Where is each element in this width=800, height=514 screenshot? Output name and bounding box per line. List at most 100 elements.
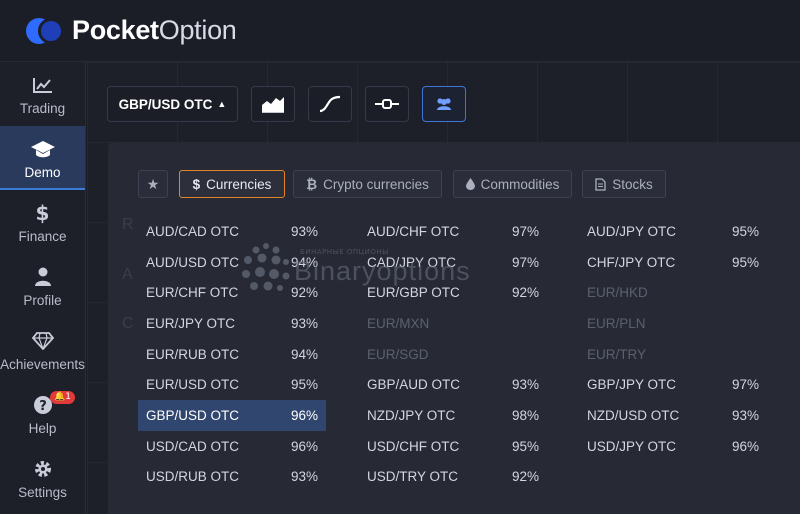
asset-payout: 92% (290, 285, 318, 301)
asset-column-2: AUD/CHF OTC 97% CAD/JPY OTC 97% EUR/GBP OTC 9… (359, 216, 547, 492)
asset-name: EUR/TRY (587, 346, 647, 362)
selected-pair-label: GBP/USD OTC (118, 96, 213, 112)
sidebar-item-settings[interactable]: Settings (0, 446, 85, 510)
dollar-icon: $ (35, 200, 50, 225)
asset-payout: 96% (731, 438, 759, 454)
asset-row[interactable]: GBP/AUD OTC 93% (359, 369, 547, 400)
asset-name: EUR/PLN (587, 315, 646, 331)
asset-row[interactable]: CHF/JPY OTC 95% (579, 247, 767, 278)
traders-button[interactable] (422, 86, 466, 122)
diamond-icon (31, 329, 54, 353)
asset-payout: 93% (511, 377, 539, 393)
asset-selector-button[interactable]: GBP/USD OTC ▲ (107, 86, 238, 122)
asset-payout: 97% (511, 223, 539, 239)
asset-payout: 93% (290, 315, 318, 331)
sidebar-item-profile[interactable]: Profile (0, 254, 85, 318)
asset-row[interactable]: EUR/PLN (579, 308, 767, 339)
tab-label: Currencies (206, 176, 272, 192)
sidebar-item-label: Help (28, 420, 57, 436)
asset-payout: 98% (511, 407, 539, 423)
asset-payout: 93% (731, 407, 759, 423)
asset-row[interactable]: EUR/CHF OTC 92% (138, 277, 326, 308)
asset-row[interactable]: USD/TRY OTC 92% (359, 462, 547, 493)
asset-row[interactable]: AUD/USD OTC 94% (138, 247, 326, 278)
asset-row[interactable]: NZD/USD OTC 93% (579, 400, 767, 431)
area-chart-icon (262, 97, 284, 113)
brand-name[interactable]: PocketOption (72, 15, 237, 46)
tab-currencies[interactable]: $ Currencies (179, 170, 285, 198)
tab-crypto-currencies[interactable]: ₿ Crypto currencies (293, 170, 442, 198)
asset-name: CAD/JPY OTC (367, 254, 457, 270)
asset-payout: 95% (290, 377, 318, 393)
traders-icon (437, 98, 451, 110)
asset-row[interactable]: AUD/CHF OTC 97% (359, 216, 547, 247)
svg-text:?: ? (39, 399, 47, 414)
asset-row[interactable]: USD/JPY OTC 96% (579, 431, 767, 462)
chart-up-icon (32, 73, 54, 97)
dollar-icon: $ (192, 176, 201, 192)
asset-payout: 96% (290, 438, 318, 454)
brand-bold: Pocket (72, 15, 159, 45)
asset-name: EUR/HKD (587, 285, 648, 301)
sidebar-item-label: Achievements (0, 356, 85, 372)
badge-count: 1 (65, 392, 71, 402)
top-header: PocketOption (0, 0, 800, 62)
asset-row[interactable]: EUR/SGD (359, 339, 547, 370)
asset-row[interactable]: EUR/USD OTC 95% (138, 369, 326, 400)
tab-label: Commodities (480, 176, 560, 192)
caret-up-icon: ▲ (217, 99, 227, 109)
tab-commodities[interactable]: Commodities (453, 170, 572, 198)
asset-payout: 92% (511, 285, 539, 301)
asset-payout: 96% (290, 407, 318, 423)
asset-row[interactable]: EUR/RUB OTC 94% (138, 339, 326, 370)
asset-row[interactable]: EUR/TRY (579, 339, 767, 370)
asset-row[interactable]: USD/RUB OTC 93% (138, 462, 326, 493)
drop-icon (465, 178, 475, 190)
asset-row[interactable]: CAD/JPY OTC 97% (359, 247, 547, 278)
area-chart-button[interactable] (251, 86, 295, 122)
asset-column-1: AUD/CAD OTC 93% AUD/USD OTC 94% EUR/CHF OTC 9… (138, 216, 326, 492)
tab-stocks[interactable]: Stocks (582, 170, 666, 198)
sidebar-item-achievements[interactable]: Achievements (0, 318, 85, 382)
asset-column-3: AUD/JPY OTC 95% CHF/JPY OTC 95% EUR/HKD EUR/P… (579, 216, 767, 462)
asset-name: CHF/JPY OTC (587, 254, 676, 270)
asset-row[interactable]: EUR/JPY OTC 93% (138, 308, 326, 339)
pocket-option-logo-icon[interactable] (26, 16, 64, 46)
indicators-button[interactable] (365, 86, 409, 122)
asset-row[interactable]: GBP/USD OTC 96% (138, 400, 326, 431)
asset-row[interactable]: USD/CAD OTC 96% (138, 431, 326, 462)
bitcoin-icon: ₿ (306, 176, 318, 192)
asset-name: EUR/RUB OTC (146, 346, 240, 362)
asset-name: GBP/AUD OTC (367, 377, 461, 393)
tab-favorites[interactable]: ★ (138, 170, 168, 198)
sidebar-item-finance[interactable]: $ Finance (0, 190, 85, 254)
user-icon (34, 265, 52, 289)
sidebar-item-trading[interactable]: Trading (0, 62, 85, 126)
tab-label: Stocks (612, 176, 653, 192)
sidebar: Trading Demo $ Finance Profile Achieveme… (0, 62, 86, 514)
asset-name: EUR/MXN (367, 315, 430, 331)
sidebar-item-demo[interactable]: Demo (0, 126, 85, 190)
sidebar-item-label: Settings (18, 484, 67, 500)
line-chart-button[interactable] (308, 86, 352, 122)
gear-icon (33, 457, 53, 481)
asset-name: EUR/CHF OTC (146, 285, 239, 301)
asset-row[interactable]: NZD/JPY OTC 98% (359, 400, 547, 431)
asset-payout: 95% (731, 254, 759, 270)
asset-row[interactable]: EUR/GBP OTC 92% (359, 277, 547, 308)
asset-payout: 93% (290, 223, 318, 239)
asset-row[interactable]: USD/CHF OTC 95% (359, 431, 547, 462)
asset-row[interactable]: EUR/MXN (359, 308, 547, 339)
sidebar-item-label: Profile (23, 292, 62, 308)
asset-row[interactable]: AUD/JPY OTC 95% (579, 216, 767, 247)
background-letter: R (122, 216, 134, 233)
asset-payout: 97% (731, 377, 759, 393)
asset-row[interactable]: EUR/HKD (579, 277, 767, 308)
asset-name: USD/CAD OTC (146, 438, 240, 454)
document-icon (595, 177, 606, 191)
asset-row[interactable]: GBP/JPY OTC 97% (579, 369, 767, 400)
asset-payout: 95% (731, 223, 759, 239)
asset-name: AUD/USD OTC (146, 254, 240, 270)
asset-row[interactable]: AUD/CAD OTC 93% (138, 216, 326, 247)
sidebar-item-help[interactable]: ? 🔔1 Help (0, 382, 85, 446)
